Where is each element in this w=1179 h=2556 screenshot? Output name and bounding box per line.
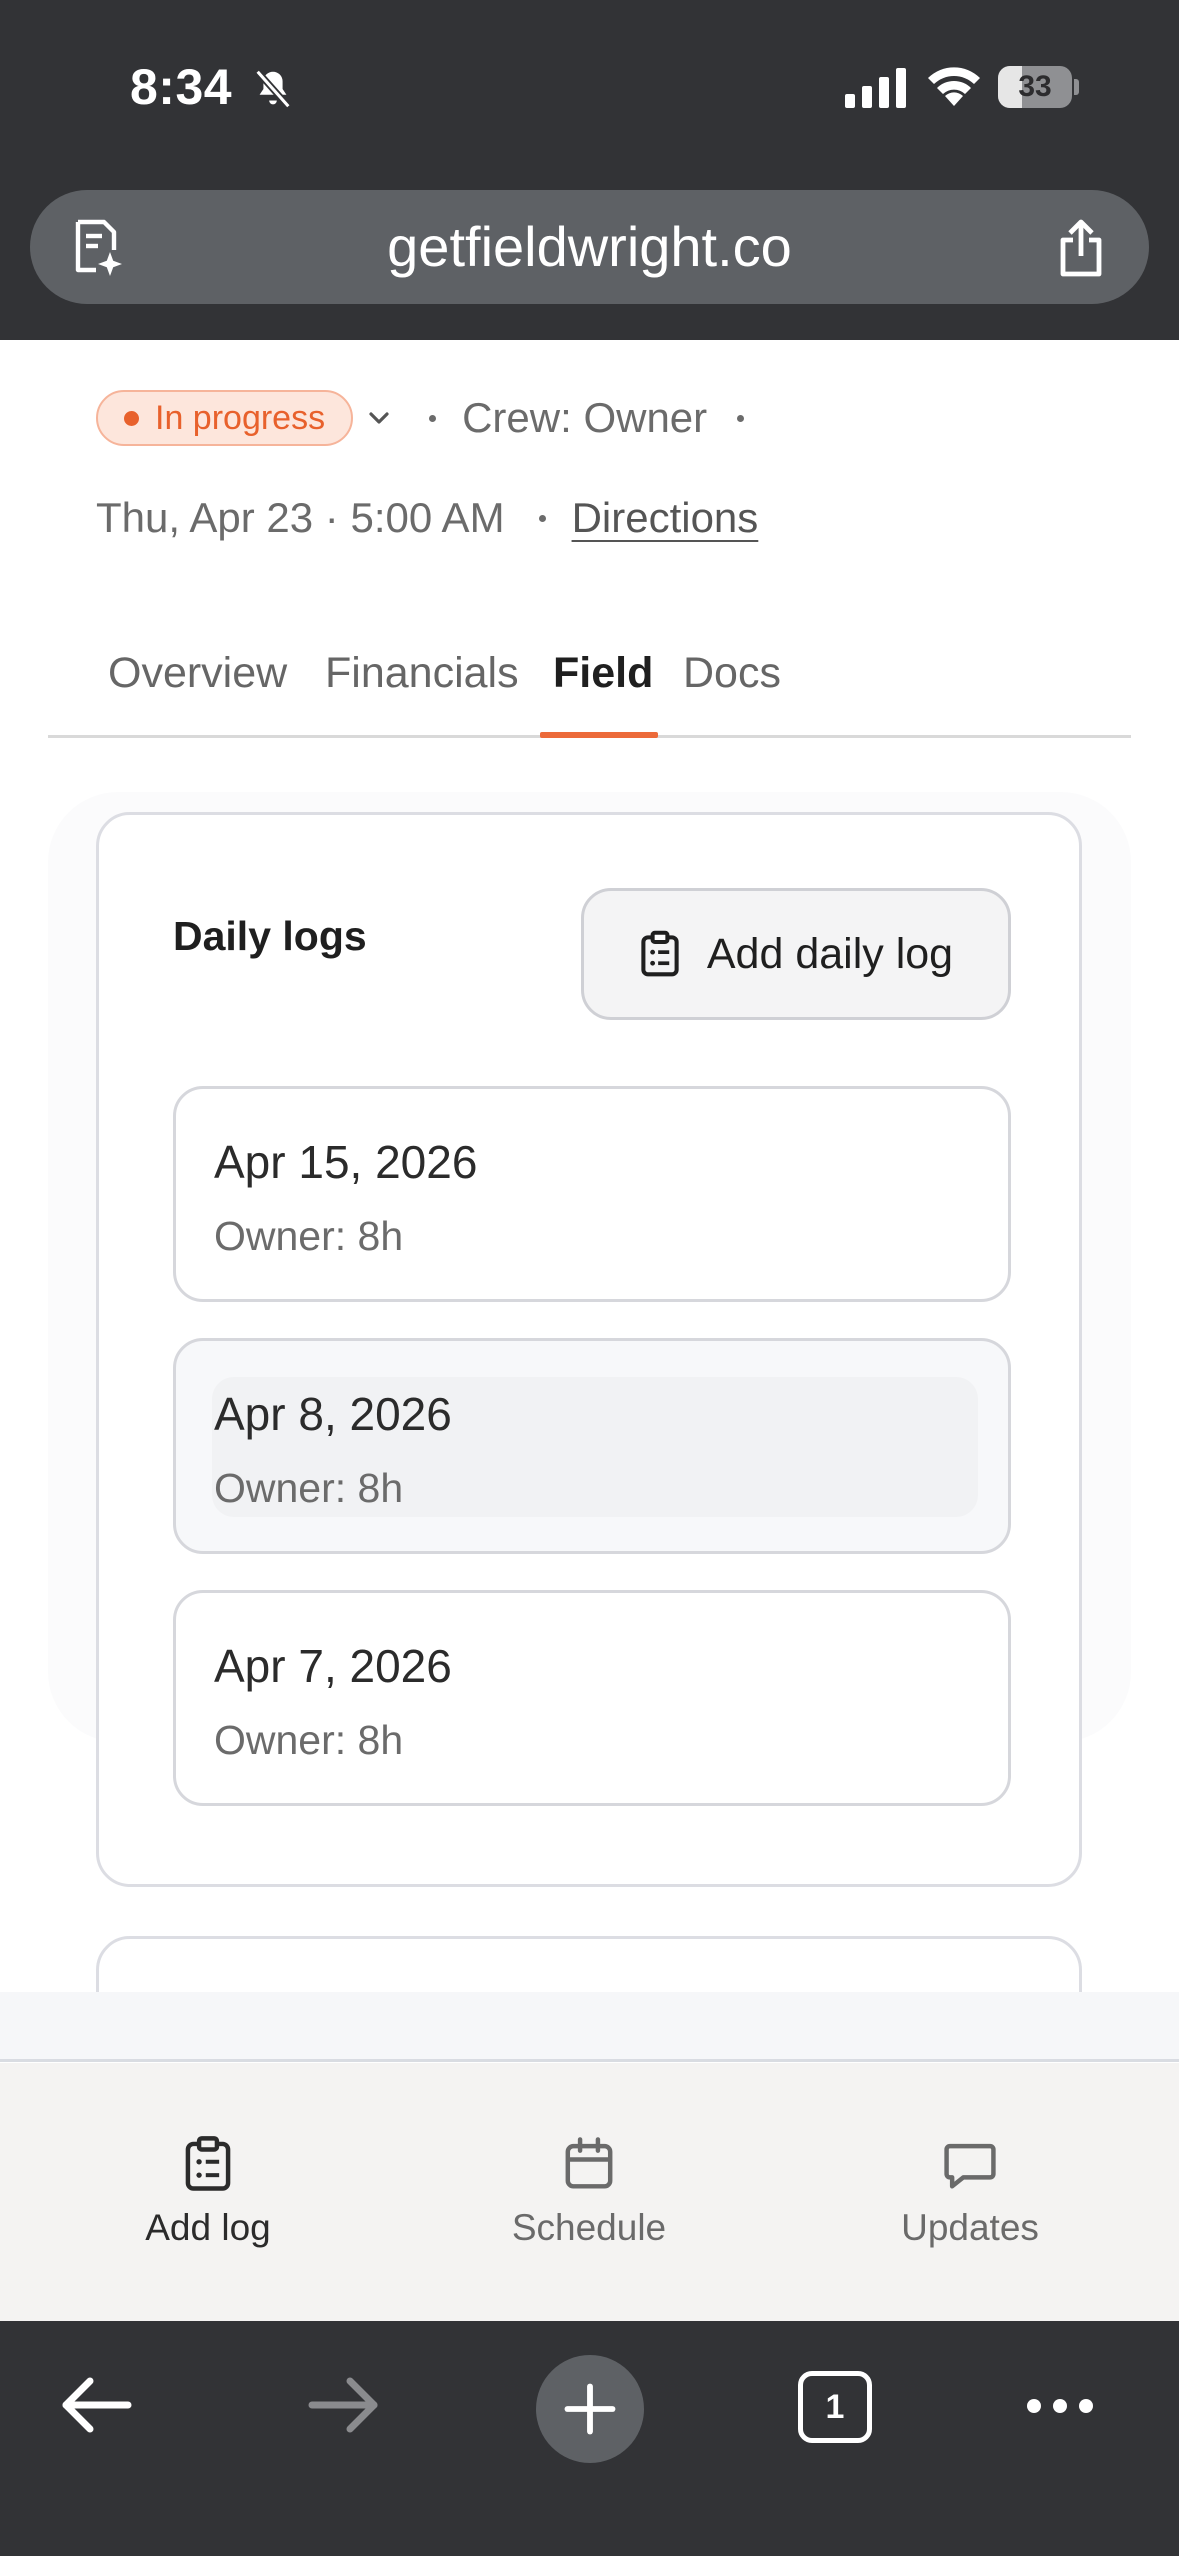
nav-updates[interactable]: Updates [840, 2135, 1100, 2249]
add-daily-log-label: Add daily log [706, 929, 954, 978]
nav-label: Schedule [511, 2207, 667, 2248]
wifi-icon [928, 67, 980, 106]
log-hours: Owner: 8h [214, 1213, 404, 1259]
log-date: Apr 15, 2026 [214, 1136, 478, 1188]
forward-arrow-icon[interactable] [306, 2373, 382, 2437]
share-icon[interactable] [1055, 218, 1107, 278]
cellular-signal-icon [845, 68, 906, 108]
daily-logs-card: Daily logs Add daily log Apr 15, 2026 Ow… [96, 812, 1082, 1887]
nav-top-strip [0, 1992, 1179, 2062]
status-bar: 8:34 33 [0, 0, 1179, 150]
tab-field[interactable]: Field [553, 618, 653, 738]
bell-slash-icon [255, 69, 291, 109]
daily-log-item[interactable]: Apr 7, 2026 Owner: 8h [173, 1590, 1011, 1806]
new-tab-button[interactable] [536, 2355, 644, 2463]
directions-link[interactable]: Directions [572, 494, 759, 542]
tab-switcher-button[interactable]: 1 [798, 2371, 872, 2443]
tab-docs[interactable]: Docs [683, 618, 781, 738]
job-tabs: Overview Financials Field Docs [48, 618, 1131, 738]
add-daily-log-button[interactable]: Add daily log [581, 888, 1011, 1020]
chat-bubble-icon [944, 2143, 996, 2189]
back-arrow-icon[interactable] [58, 2373, 134, 2437]
tab-overview[interactable]: Overview [108, 618, 287, 738]
daily-logs-title: Daily logs [173, 913, 367, 959]
daily-log-item[interactable]: Apr 15, 2026 Owner: 8h [173, 1086, 1011, 1302]
battery-indicator: 33 [998, 66, 1079, 108]
status-dot [124, 410, 139, 426]
clipboard-list-icon [641, 930, 679, 977]
nav-schedule[interactable]: Schedule [459, 2135, 719, 2249]
calendar-icon [565, 2137, 613, 2189]
separator-dot [737, 414, 745, 422]
nav-label: Updates [901, 2207, 1039, 2248]
next-section-card [96, 1936, 1082, 1992]
separator-dot [429, 414, 437, 422]
job-datetime: Thu, Apr 23 · 5:00 AM [96, 494, 505, 541]
battery-percent: 33 [1018, 70, 1052, 103]
app-bottom-nav: Add log Schedule Updates [0, 2063, 1179, 2321]
clipboard-list-icon [185, 2136, 231, 2191]
status-time: 8:34 [130, 59, 233, 115]
separator-dot [538, 514, 546, 522]
tab-financials[interactable]: Financials [325, 618, 519, 738]
active-tab-indicator [540, 732, 658, 738]
chevron-down-icon[interactable] [363, 402, 395, 434]
log-hours: Owner: 8h [214, 1717, 404, 1763]
crew-label: Crew: Owner [462, 394, 708, 441]
job-schedule-row: Thu, Apr 23 · 5:00 AM Directions [96, 488, 758, 548]
status-label: In progress [155, 398, 326, 437]
log-date: Apr 8, 2026 [214, 1388, 452, 1440]
job-meta-row: In progress Crew: Owner [96, 390, 745, 446]
daily-log-item[interactable]: Apr 8, 2026 Owner: 8h [173, 1338, 1011, 1554]
address-bar[interactable]: getfieldwright.co [30, 190, 1149, 304]
browser-address-area: getfieldwright.co [0, 150, 1179, 340]
log-hours: Owner: 8h [214, 1465, 404, 1511]
job-page: In progress Crew: Owner Thu, Apr 23 · 5:… [0, 340, 1179, 1992]
status-badge[interactable]: In progress [96, 390, 354, 446]
browser-toolbar: 1 [0, 2321, 1179, 2556]
more-options-icon[interactable] [1024, 2395, 1096, 2417]
nav-add-log[interactable]: Add log [78, 2135, 338, 2249]
nav-label: Add log [145, 2207, 271, 2248]
log-date: Apr 7, 2026 [214, 1640, 452, 1692]
plus-icon [564, 2383, 616, 2435]
url-text: getfieldwright.co [387, 215, 792, 278]
